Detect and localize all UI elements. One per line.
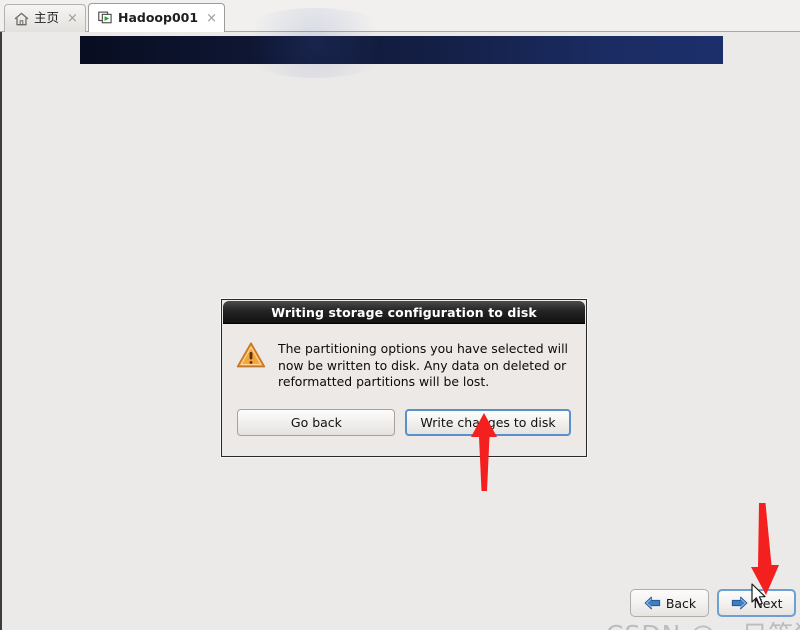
tab-bar: 主页 × Hadoop001 × (0, 0, 800, 32)
tab-hadoop001[interactable]: Hadoop001 × (88, 3, 225, 32)
installer-banner (80, 8, 723, 78)
dialog-button-row: Go back Write changes to disk (222, 391, 586, 456)
back-button-label: Back (665, 595, 697, 611)
application-window: 主页 × Hadoop001 × Writing storage configu… (0, 0, 800, 630)
dialog-titlebar: Writing storage configuration to disk (223, 301, 585, 324)
arrow-left-icon (643, 595, 662, 611)
arrow-down-annotation (751, 503, 779, 595)
arrow-up-annotation (471, 413, 497, 491)
tab-home-close-icon[interactable]: × (67, 12, 78, 25)
tab-hadoop001-label: Hadoop001 (118, 9, 199, 25)
dialog-body: The partitioning options you have select… (222, 324, 586, 391)
tab-hadoop001-close-icon[interactable]: × (206, 12, 217, 25)
csdn-watermark: CSDN @一只笨猫猫 (606, 620, 800, 630)
home-icon (14, 12, 29, 26)
tab-home[interactable]: 主页 × (4, 4, 86, 32)
back-button[interactable]: Back (630, 589, 709, 617)
go-back-button[interactable]: Go back (237, 408, 396, 436)
dialog-title: Writing storage configuration to disk (271, 304, 537, 320)
mouse-pointer (751, 583, 766, 606)
dialog-message: The partitioning options you have select… (278, 341, 568, 390)
arrow-right-icon (730, 595, 749, 611)
virtual-machine-icon (98, 11, 113, 25)
writing-storage-configuration-dialog: Writing storage configuration to disk Th… (221, 299, 587, 457)
warning-triangle-icon (236, 340, 266, 391)
vm-viewport[interactable]: Writing storage configuration to disk Th… (0, 8, 800, 630)
tab-home-label: 主页 (34, 10, 60, 26)
